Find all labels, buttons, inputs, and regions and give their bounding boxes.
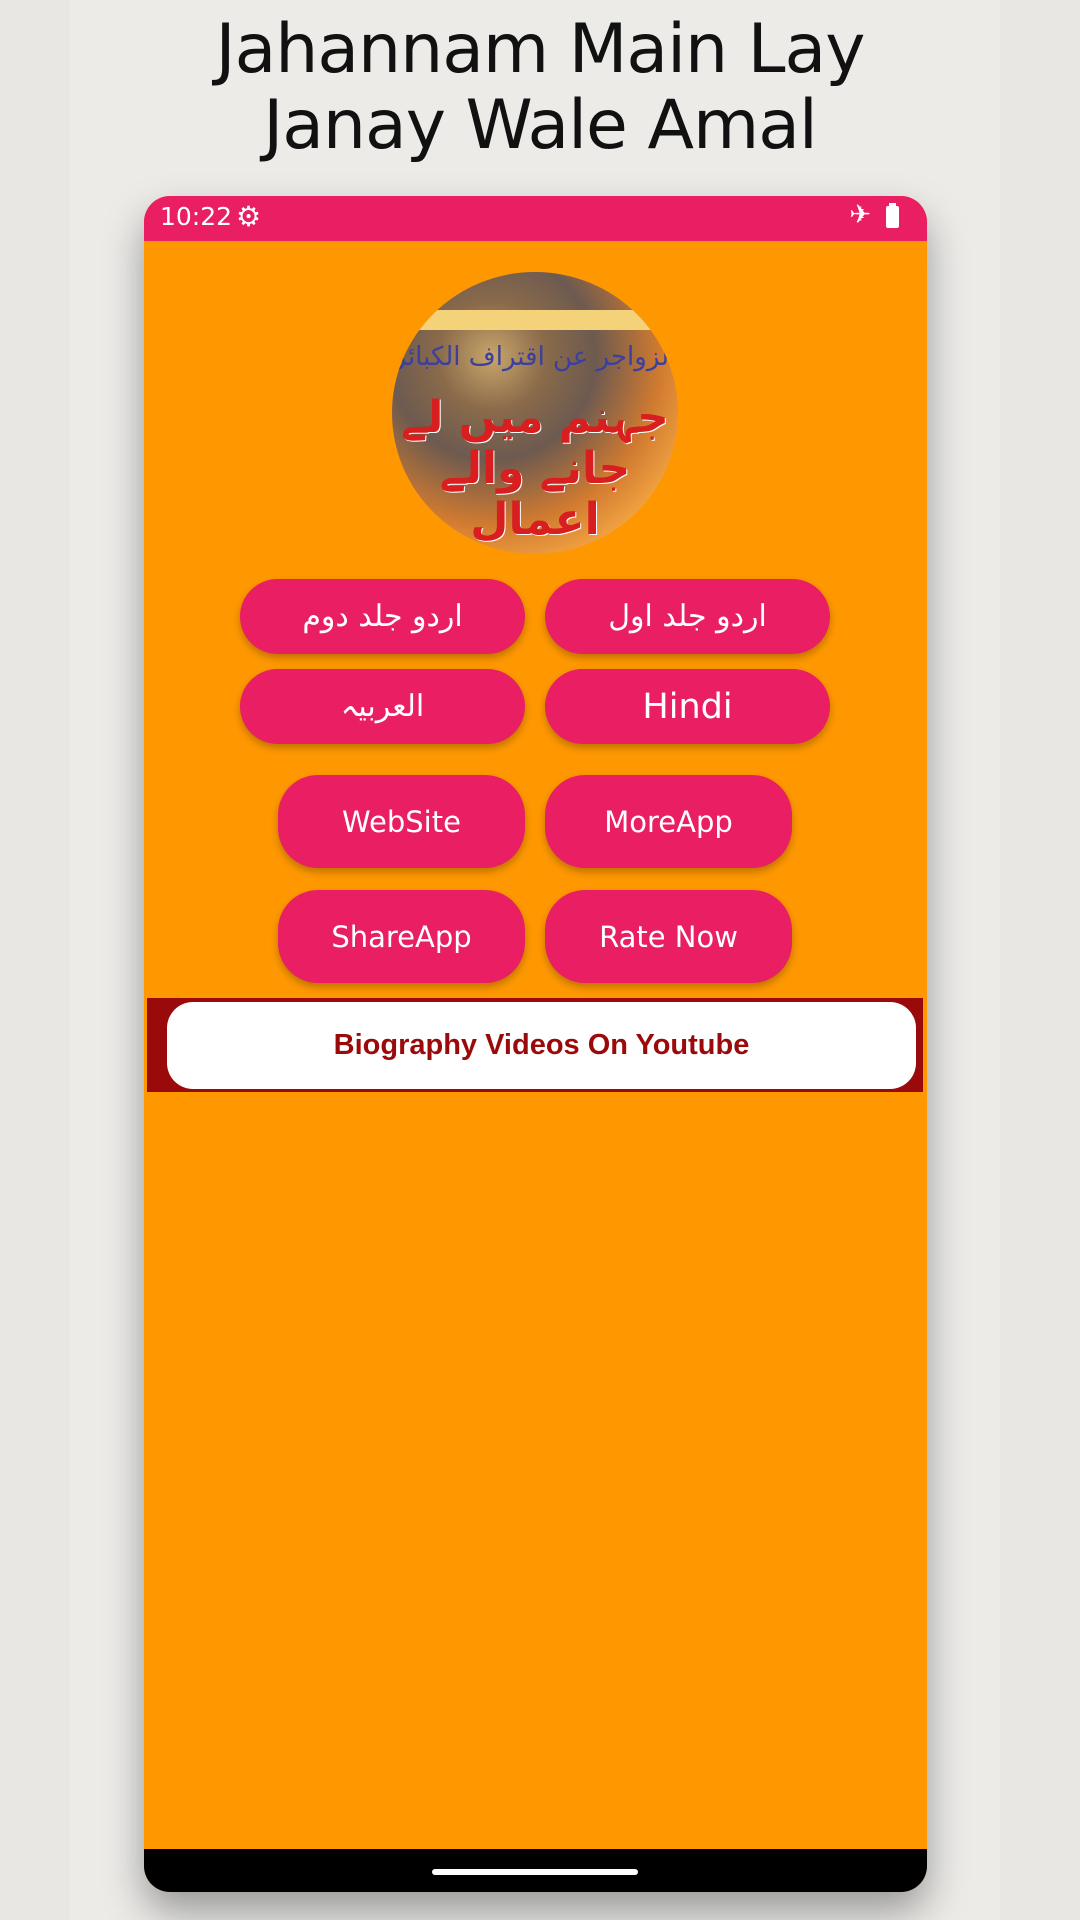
navigation-bar xyxy=(144,1849,927,1892)
biography-videos-button[interactable]: Biography Videos On Youtube xyxy=(167,1002,916,1089)
promo-title-line1: Jahannam Main Lay xyxy=(215,10,866,89)
rate-now-button[interactable]: Rate Now xyxy=(545,890,792,983)
share-app-button[interactable]: ShareApp xyxy=(278,890,525,983)
cover-title: جہنم میں لے جانے والے اعمال xyxy=(401,392,669,545)
settings-gear-icon: ⚙ xyxy=(236,200,262,233)
urdu-volume-1-button[interactable]: اردو جلد اول xyxy=(545,579,830,654)
status-time: 10:22 xyxy=(160,202,233,231)
promo-title-line2: Janay Wale Amal xyxy=(263,86,818,165)
urdu-volume-2-button[interactable]: اردو جلد دوم xyxy=(240,579,525,654)
airplane-mode-icon: ✈ xyxy=(849,200,871,230)
phone-screen: 10:22 ⚙ ✈ الزواجر عن اقتراف الکبائر جہنم… xyxy=(144,196,927,1892)
book-cover-image: الزواجر عن اقتراف الکبائر جہنم میں لے جا… xyxy=(392,272,678,554)
more-app-button[interactable]: MoreApp xyxy=(545,775,792,868)
home-indicator[interactable] xyxy=(432,1869,638,1875)
battery-icon xyxy=(886,203,899,228)
website-button[interactable]: WebSite xyxy=(278,775,525,868)
arabic-button[interactable]: العربیہ xyxy=(240,669,525,744)
status-bar: 10:22 ⚙ ✈ xyxy=(144,196,927,241)
hindi-button[interactable]: Hindi xyxy=(545,669,830,744)
youtube-banner: Biography Videos On Youtube xyxy=(147,998,923,1092)
cover-subtitle: الزواجر عن اقتراف الکبائر xyxy=(393,342,677,372)
